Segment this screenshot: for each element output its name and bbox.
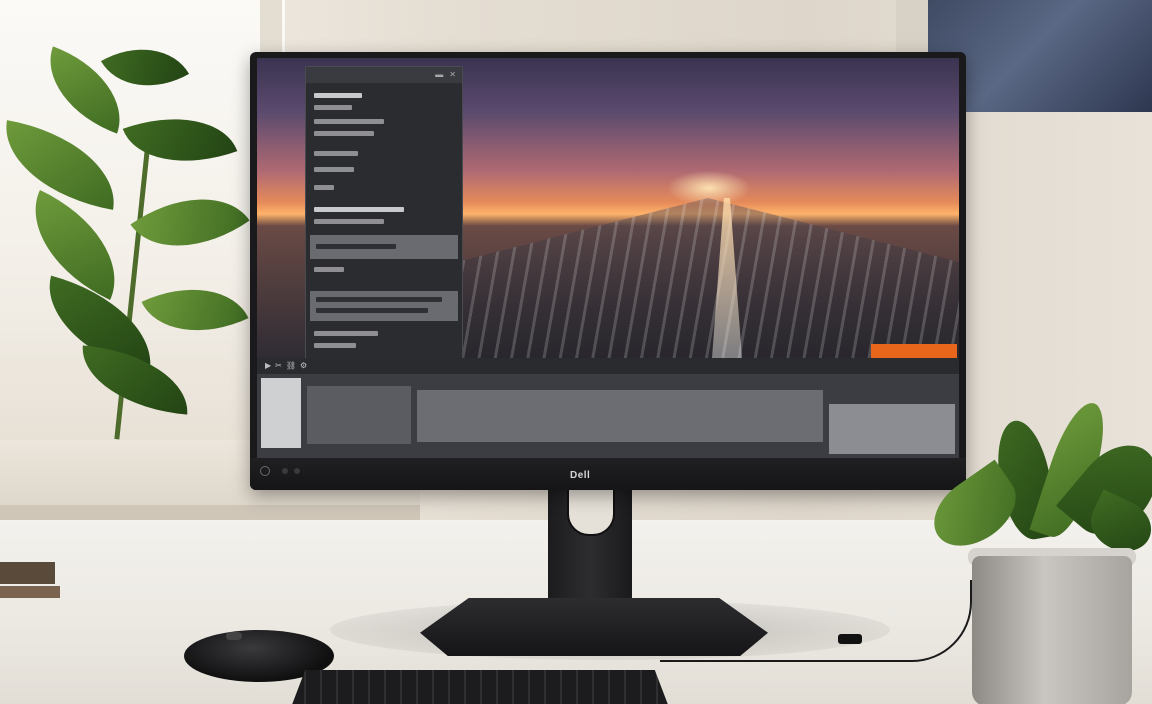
panel-text-line [314, 131, 374, 136]
panel-text-line [316, 297, 442, 302]
power-button-icon[interactable] [260, 466, 270, 476]
panel-text-line [314, 331, 378, 336]
timeline-track[interactable] [307, 386, 411, 444]
minimize-icon[interactable]: ▬ [435, 71, 443, 79]
cable-management-hole [567, 488, 615, 536]
panel-text-line [314, 219, 384, 224]
panel-list-item[interactable] [310, 291, 458, 321]
monitor-button[interactable] [282, 468, 288, 474]
power-cable [660, 580, 972, 662]
timeline-track[interactable] [417, 390, 823, 442]
floating-panel[interactable]: ▬ ✕ [305, 66, 463, 360]
editor-timeline[interactable]: ▶ ✂ ⛓ ⚙ [257, 358, 959, 458]
panel-text-line [314, 185, 334, 190]
monitor-screen: ▬ ✕ ▶ ✂ ⛓ ⚙ [257, 58, 959, 458]
panel-text-line [314, 151, 358, 156]
panel-text-line [316, 244, 396, 249]
monitor-chin [250, 458, 966, 490]
panel-text-line [314, 93, 362, 98]
panel-text-line [314, 105, 352, 110]
cable-connector [838, 634, 862, 644]
panel-titlebar[interactable]: ▬ ✕ [306, 67, 462, 83]
panel-text-line [314, 343, 356, 348]
panel-text-line [314, 167, 354, 172]
play-icon[interactable]: ▶ [265, 362, 271, 370]
panel-text-line [314, 119, 384, 124]
book-stack [0, 586, 60, 598]
properties-panel[interactable] [829, 404, 955, 454]
panel-text-line [316, 308, 428, 313]
panel-text-line [314, 207, 404, 212]
settings-icon[interactable]: ⚙ [300, 362, 307, 370]
book-stack [0, 562, 55, 584]
keyboard [290, 670, 670, 704]
link-icon[interactable]: ⛓ [286, 362, 296, 370]
panel-text-line [314, 267, 344, 272]
cut-icon[interactable]: ✂ [275, 362, 282, 370]
monitor-brand-logo: Dell [570, 470, 591, 481]
panel-list-item[interactable] [310, 235, 458, 259]
mouse-wheel [226, 632, 242, 640]
timeline-toolbar: ▶ ✂ ⛓ ⚙ [257, 358, 959, 374]
planter-pot [972, 556, 1132, 704]
desk-setup-photo: Dell ▬ ✕ ▶ ✂ ⛓ ⚙ [0, 0, 1152, 704]
media-thumbnail[interactable] [261, 378, 301, 448]
close-icon[interactable]: ✕ [449, 71, 456, 79]
monitor-button[interactable] [294, 468, 300, 474]
